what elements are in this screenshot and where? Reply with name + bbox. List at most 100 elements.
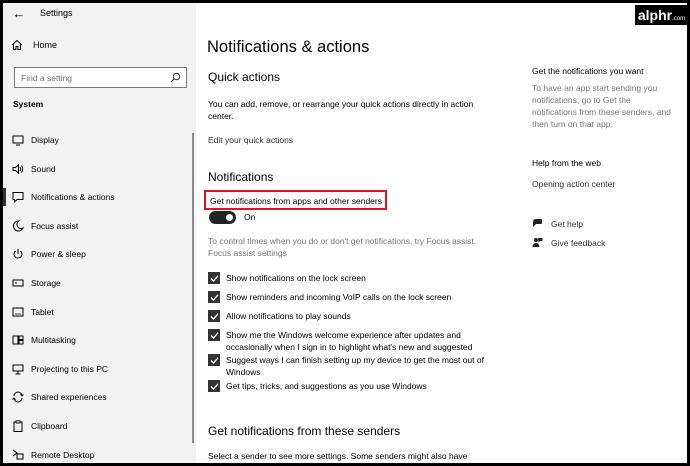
edit-quick-actions-link[interactable]: Edit your quick actions bbox=[208, 135, 293, 145]
feedback-icon bbox=[532, 238, 543, 247]
checkmark-icon bbox=[210, 312, 218, 320]
checkbox-label: Show reminders and incoming VoIP calls o… bbox=[226, 292, 452, 302]
sidebar-item-projecting[interactable]: Projecting to this PC bbox=[3, 355, 196, 384]
focus-assist-settings-link[interactable]: Focus assist settings bbox=[208, 248, 287, 258]
tablet-icon bbox=[12, 307, 24, 317]
quick-actions-heading: Quick actions bbox=[208, 70, 281, 84]
checkbox-label: Allow notifications to play sounds bbox=[226, 311, 351, 321]
sidebar-item-notifications[interactable]: Notifications & actions bbox=[3, 183, 196, 212]
search-box[interactable] bbox=[14, 67, 187, 88]
checkbox-row[interactable]: Show reminders and incoming VoIP calls o… bbox=[208, 291, 486, 303]
sidebar-item-sound[interactable]: Sound bbox=[3, 155, 196, 184]
main-content: Notifications & actions Quick actions Yo… bbox=[196, 3, 687, 463]
checkmark-icon bbox=[210, 356, 218, 364]
search-icon[interactable] bbox=[170, 72, 181, 83]
checkmark-icon bbox=[210, 274, 218, 282]
checkbox[interactable] bbox=[208, 272, 220, 284]
checkmark-icon bbox=[210, 331, 218, 339]
settings-window: ← Settings Home System Display Sound Not… bbox=[3, 3, 687, 463]
clipboard-icon bbox=[13, 420, 23, 432]
checkbox-row[interactable]: Show me the Windows welcome experience a… bbox=[208, 329, 486, 353]
sidebar-item-display[interactable]: Display bbox=[3, 126, 196, 155]
alphr-watermark-logo: alphr.com bbox=[635, 5, 687, 25]
moon-icon bbox=[12, 220, 24, 232]
checkbox-row[interactable]: Show notifications on the lock screen bbox=[208, 272, 486, 284]
app-title: Settings bbox=[40, 8, 73, 18]
title-bar: ← Settings bbox=[3, 3, 196, 25]
checkbox-label: Show notifications on the lock screen bbox=[226, 273, 366, 283]
sidebar-item-focus-assist[interactable]: Focus assist bbox=[3, 212, 196, 241]
notifications-toggle[interactable] bbox=[209, 211, 236, 224]
sidebar-item-remote-desktop[interactable]: Remote Desktop bbox=[3, 441, 196, 463]
checkbox-label: Get tips, tricks, and suggestions as you… bbox=[226, 381, 427, 391]
sidebar-item-power-sleep[interactable]: Power & sleep bbox=[3, 240, 196, 269]
speaker-icon bbox=[12, 163, 24, 174]
search-input[interactable] bbox=[21, 71, 171, 84]
sidebar-item-label: Multitasking bbox=[31, 335, 76, 346]
sidebar-item-label: Tablet bbox=[31, 306, 54, 317]
checkbox-row[interactable]: Suggest ways I can finish setting up my … bbox=[208, 354, 486, 378]
checkbox-row[interactable]: Get tips, tricks, and suggestions as you… bbox=[208, 380, 486, 392]
sidebar-item-label: Remote Desktop bbox=[31, 449, 95, 460]
give-feedback-link[interactable]: Give feedback bbox=[551, 238, 605, 248]
sidebar-item-label: Storage bbox=[31, 277, 61, 288]
focus-assist-text: To control times when you do or don't ge… bbox=[208, 235, 508, 259]
checkbox[interactable] bbox=[208, 380, 220, 392]
sidebar-item-label: Clipboard bbox=[31, 420, 68, 431]
page-title: Notifications & actions bbox=[207, 38, 370, 56]
sidebar-item-shared-experiences[interactable]: Shared experiences bbox=[3, 383, 196, 412]
sidebar-item-multitasking[interactable]: Multitasking bbox=[3, 326, 196, 355]
sidebar-item-tablet[interactable]: Tablet bbox=[3, 298, 196, 327]
sidebar-item-label: Display bbox=[31, 135, 59, 145]
sidebar-item-label: Focus assist bbox=[31, 220, 79, 231]
home-nav-item[interactable]: Home bbox=[11, 39, 57, 51]
sidebar-item-label: Power & sleep bbox=[31, 249, 86, 260]
notifications-toggle-label: Get notifications from apps and other se… bbox=[210, 196, 382, 206]
checkbox[interactable] bbox=[208, 329, 220, 341]
watermark-brand: alphr bbox=[637, 7, 673, 23]
notification-icon bbox=[12, 192, 24, 204]
projector-icon bbox=[12, 364, 24, 375]
quick-actions-description: You can add, remove, or rearrange your q… bbox=[208, 99, 474, 121]
toggle-state-label: On bbox=[244, 212, 256, 222]
shared-icon bbox=[12, 391, 24, 403]
opening-action-center-link[interactable]: Opening action center bbox=[532, 179, 615, 189]
multitasking-icon bbox=[12, 335, 24, 345]
get-notifications-heading: Get the notifications you want bbox=[532, 66, 644, 76]
help-heading: Help from the web bbox=[532, 158, 601, 168]
get-notifications-text: To have an app start sending you notific… bbox=[532, 83, 671, 129]
checkbox[interactable] bbox=[208, 310, 220, 322]
focus-assist-description: To control times when you do or don't ge… bbox=[208, 236, 477, 246]
sidebar: ← Settings Home System Display Sound Not… bbox=[3, 3, 196, 463]
sidebar-item-label: Shared experiences bbox=[31, 392, 107, 403]
storage-icon bbox=[12, 279, 24, 287]
notifications-heading: Notifications bbox=[208, 170, 274, 184]
remote-desktop-icon bbox=[12, 449, 24, 460]
highlight-box: Get notifications from apps and other se… bbox=[204, 190, 387, 210]
home-label: Home bbox=[33, 40, 58, 50]
sidebar-item-storage[interactable]: Storage bbox=[3, 269, 196, 298]
display-icon bbox=[12, 135, 24, 146]
checkbox-label: Show me the Windows welcome experience a… bbox=[226, 330, 473, 352]
sidebar-item-clipboard[interactable]: Clipboard bbox=[3, 412, 196, 441]
watermark-suffix: .com bbox=[672, 16, 686, 22]
home-icon bbox=[11, 39, 23, 50]
get-help-link[interactable]: Get help bbox=[551, 219, 583, 229]
checkmark-icon bbox=[210, 293, 218, 301]
checkbox[interactable] bbox=[208, 354, 220, 366]
checkbox-label: Suggest ways I can finish setting up my … bbox=[226, 355, 484, 377]
sidebar-scrollbar[interactable] bbox=[192, 133, 194, 443]
power-icon bbox=[13, 249, 23, 259]
section-label-system: System bbox=[13, 99, 44, 109]
checkmark-icon bbox=[210, 382, 218, 390]
senders-heading: Get notifications from these senders bbox=[208, 424, 401, 438]
back-arrow-icon[interactable]: ← bbox=[11, 6, 27, 22]
sidebar-item-label: Projecting to this PC bbox=[31, 363, 109, 374]
checkbox[interactable] bbox=[208, 291, 220, 303]
sidebar-item-label: Sound bbox=[31, 163, 56, 174]
sidebar-nav: Display Sound Notifications & actions Fo… bbox=[3, 126, 196, 463]
checkbox-row[interactable]: Allow notifications to play sounds bbox=[208, 310, 486, 322]
sidebar-item-label: Notifications & actions bbox=[31, 192, 115, 203]
senders-description: Select a sender to see more settings. So… bbox=[208, 451, 468, 461]
get-help-icon bbox=[533, 219, 542, 227]
